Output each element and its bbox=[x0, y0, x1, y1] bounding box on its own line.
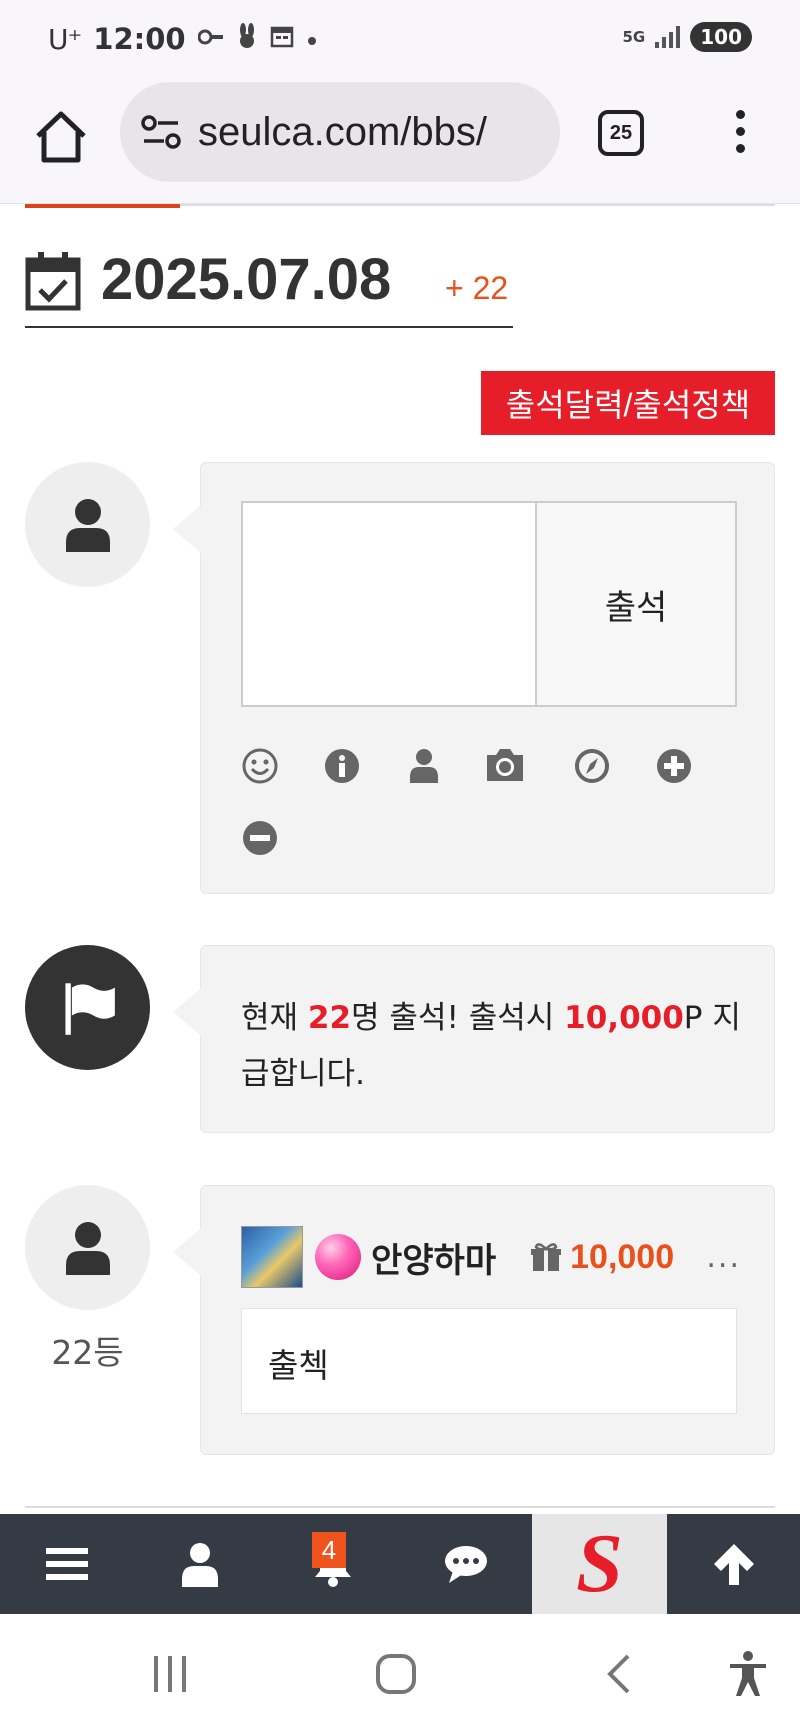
attendee-avatar bbox=[25, 1185, 150, 1310]
tab-count: 25 bbox=[609, 121, 633, 144]
carrier-label: U⁺ bbox=[48, 22, 82, 56]
calendar-icon bbox=[270, 24, 294, 54]
gift-icon bbox=[531, 1243, 562, 1271]
profile-button[interactable] bbox=[133, 1514, 266, 1614]
flag-icon bbox=[65, 983, 115, 1035]
arrow-up-icon bbox=[713, 1544, 754, 1585]
app-bottom-nav: 4 S bbox=[0, 1514, 800, 1614]
status-right: 5G 100 bbox=[622, 22, 752, 52]
status-bar: U⁺ 12:00 5G 100 bbox=[0, 0, 800, 76]
comment-input[interactable] bbox=[241, 501, 537, 707]
attendee-message: 출첵 bbox=[241, 1308, 737, 1414]
url-text[interactable]: seulca.com/bbs/ bbox=[198, 110, 548, 155]
site-logo: S bbox=[576, 1517, 623, 1610]
notifications-button[interactable]: 4 bbox=[266, 1514, 399, 1614]
attendee-info-row: 안양하마 10,000 ... bbox=[241, 1226, 741, 1288]
attendee-comment-bubble: 안양하마 10,000 ... 출첵 bbox=[173, 1185, 775, 1455]
compass-icon[interactable] bbox=[573, 747, 611, 785]
home-nav-icon[interactable] bbox=[374, 1652, 418, 1696]
more-options-button[interactable]: ... bbox=[706, 1240, 741, 1275]
active-tab-indicator bbox=[25, 204, 180, 208]
attendee-count: 22 bbox=[307, 1000, 352, 1036]
user-level-badge bbox=[315, 1234, 361, 1280]
home-icon bbox=[36, 111, 86, 163]
minus-circle-icon[interactable] bbox=[241, 819, 279, 857]
plus-circle-icon[interactable] bbox=[655, 747, 693, 785]
rabbit-icon bbox=[236, 23, 258, 55]
key-icon bbox=[197, 25, 224, 53]
status-left: U⁺ 12:00 bbox=[48, 22, 318, 56]
emoji-icon[interactable] bbox=[241, 747, 279, 785]
battery-indicator: 100 bbox=[690, 22, 752, 52]
recent-apps-icon[interactable] bbox=[150, 1652, 190, 1696]
chat-icon bbox=[444, 1546, 487, 1583]
content-divider bbox=[25, 1506, 775, 1508]
user-profile-image[interactable] bbox=[241, 1226, 303, 1288]
more-vert-icon[interactable] bbox=[728, 110, 752, 160]
home-button[interactable] bbox=[30, 106, 92, 168]
chat-button[interactable] bbox=[399, 1514, 532, 1614]
user-icon bbox=[66, 499, 110, 552]
site-logo-button[interactable]: S bbox=[532, 1514, 667, 1614]
notice-prefix: 현재 bbox=[241, 1000, 308, 1036]
notification-count-badge: 4 bbox=[312, 1532, 346, 1568]
notice-bubble: 현재 22명 출석! 출석시 10,000P 지급합니다. bbox=[173, 945, 775, 1133]
attend-submit-button[interactable]: 출석 bbox=[535, 501, 737, 707]
calendar-check-icon bbox=[25, 252, 81, 311]
info-icon[interactable] bbox=[323, 747, 361, 785]
signal-icon bbox=[655, 26, 681, 48]
tabs-button[interactable]: 25 bbox=[598, 110, 644, 156]
network-label: 5G bbox=[622, 28, 646, 46]
attendance-count-badge: + 22 bbox=[445, 270, 509, 306]
notice-middle: 명 출석! 출석시 bbox=[351, 1000, 565, 1036]
scroll-top-button[interactable] bbox=[667, 1514, 800, 1614]
attendance-date: 2025.07.08 bbox=[101, 247, 392, 312]
notice-avatar bbox=[25, 945, 150, 1070]
user-icon[interactable] bbox=[405, 747, 443, 785]
browser-toolbar: seulca.com/bbs/ 25 bbox=[0, 76, 800, 204]
back-icon[interactable] bbox=[604, 1652, 634, 1696]
clock: 12:00 bbox=[93, 22, 186, 56]
attendance-date-header: 2025.07.08 + 22 bbox=[25, 246, 513, 328]
accessibility-icon[interactable] bbox=[726, 1650, 770, 1698]
menu-button[interactable] bbox=[0, 1514, 133, 1614]
user-icon bbox=[66, 1222, 110, 1275]
notice-text: 현재 22명 출석! 출석시 10,000P 지급합니다. bbox=[241, 990, 741, 1102]
attendance-policy-button[interactable]: 출석달력/출석정책 bbox=[481, 371, 775, 435]
user-icon bbox=[181, 1543, 218, 1587]
system-nav-bar bbox=[0, 1614, 800, 1734]
comment-form-bubble: 출석 bbox=[173, 462, 775, 894]
site-settings-icon[interactable] bbox=[140, 112, 182, 152]
address-bar[interactable]: seulca.com/bbs/ bbox=[120, 82, 560, 182]
awarded-points: 10,000 bbox=[570, 1237, 675, 1276]
my-avatar bbox=[25, 462, 150, 587]
username[interactable]: 안양하마 bbox=[371, 1233, 496, 1282]
menu-icon bbox=[45, 1548, 88, 1580]
attendee-rank: 22등 bbox=[51, 1333, 124, 1372]
reward-points: 10,000 bbox=[564, 1000, 684, 1036]
dot-icon bbox=[306, 25, 318, 53]
section-tab-divider bbox=[25, 204, 775, 210]
camera-icon[interactable] bbox=[483, 745, 527, 785]
